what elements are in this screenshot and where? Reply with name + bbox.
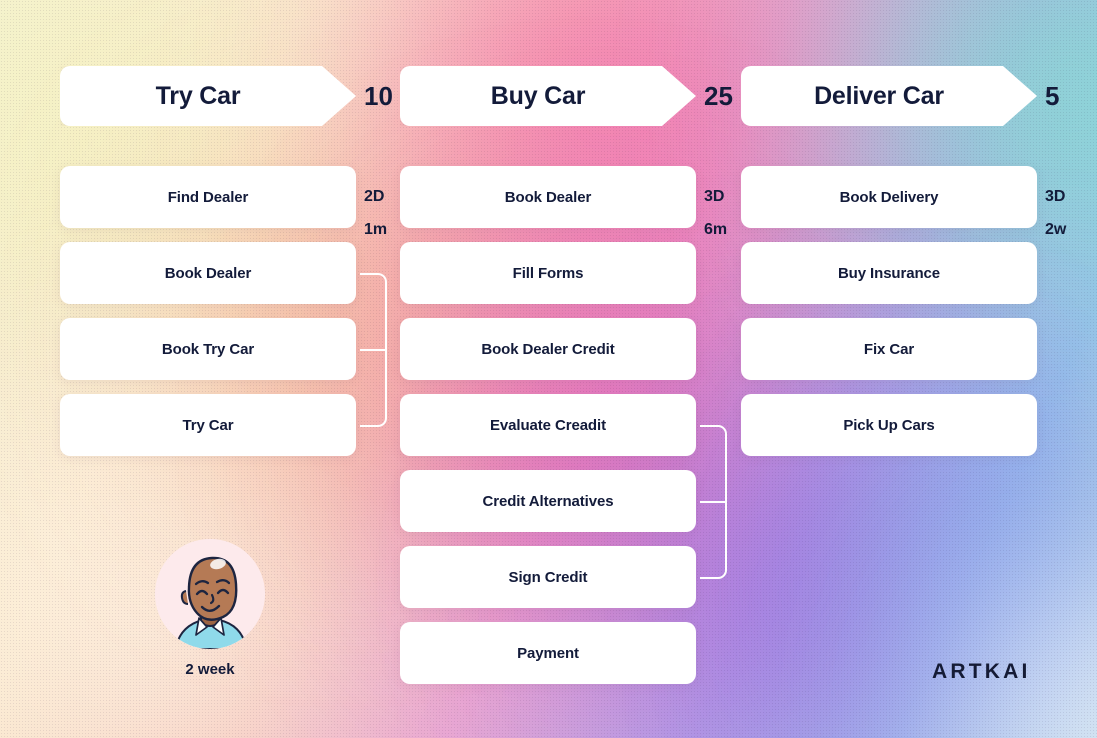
journey-map-canvas: Try Car 10 Find Dealer Book Dealer Book Try … <box>0 0 1097 738</box>
gradient-blob-highlight <box>880 500 1097 738</box>
phase-title: Buy Car <box>490 81 586 110</box>
task-card[interactable]: Fix Car <box>741 318 1037 380</box>
phase-banner-buy-car[interactable]: Buy Car <box>400 66 696 126</box>
task-group-bracket <box>700 424 730 582</box>
task-card[interactable]: Book Dealer Credit <box>400 318 696 380</box>
task-label: Try Car <box>182 416 234 434</box>
person-avatar-icon <box>155 539 265 649</box>
task-card[interactable]: Payment <box>400 622 696 684</box>
task-card[interactable]: Book Try Car <box>60 318 356 380</box>
task-label: Fix Car <box>863 340 915 358</box>
task-label: Find Dealer <box>167 188 249 206</box>
task-card[interactable]: Book Delivery <box>741 166 1037 228</box>
gradient-blob-blue <box>760 330 1097 738</box>
task-card[interactable]: Book Dealer <box>400 166 696 228</box>
task-card[interactable]: Try Car <box>60 394 356 456</box>
task-label: Book Try Car <box>161 340 255 358</box>
task-label: Book Dealer <box>164 264 252 282</box>
task-label: Book Dealer Credit <box>481 340 615 358</box>
duration-label: 2w <box>1045 221 1067 238</box>
task-label: Pick Up Cars <box>843 416 935 434</box>
task-label: Evaluate Creadit <box>490 416 606 434</box>
task-label: Buy Insurance <box>837 264 941 282</box>
task-card[interactable]: Book Dealer <box>60 242 356 304</box>
phase-count-deliver-car: 5 <box>1045 80 1060 111</box>
task-card[interactable]: Sign Credit <box>400 546 696 608</box>
task-group-bracket <box>360 272 390 430</box>
duration-label: 3D <box>1045 188 1066 205</box>
task-label: Fill Forms <box>512 264 584 282</box>
task-label: Book Delivery <box>839 188 939 206</box>
phase-title: Deliver Car <box>814 81 944 110</box>
task-label: Credit Alternatives <box>482 492 614 510</box>
task-label: Payment <box>517 644 579 662</box>
task-card[interactable]: Evaluate Creadit <box>400 394 696 456</box>
phase-banner-try-car[interactable]: Try Car <box>60 66 356 126</box>
task-card[interactable]: Credit Alternatives <box>400 470 696 532</box>
avatar-caption: 2 week <box>185 661 235 678</box>
task-card[interactable]: Fill Forms <box>400 242 696 304</box>
phase-title: Try Car <box>155 81 241 110</box>
task-label: Sign Credit <box>508 568 588 586</box>
phase-banner-deliver-car[interactable]: Deliver Car <box>741 66 1037 126</box>
task-card[interactable]: Pick Up Cars <box>741 394 1037 456</box>
brand-logo: ARTKAI <box>932 660 1031 683</box>
task-label: Book Dealer <box>504 188 592 206</box>
task-card[interactable]: Buy Insurance <box>741 242 1037 304</box>
task-card[interactable]: Find Dealer <box>60 166 356 228</box>
avatar-group: 2 week <box>155 539 265 678</box>
